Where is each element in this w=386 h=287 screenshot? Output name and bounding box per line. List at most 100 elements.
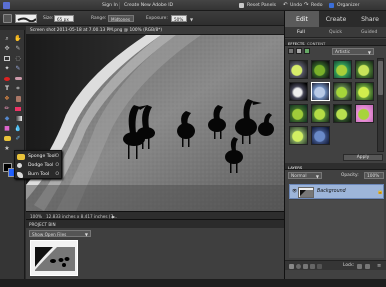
effects-scrollbar[interactable]	[377, 58, 384, 152]
undo-button[interactable]: Undo	[290, 3, 302, 8]
status-arrow-icon[interactable]: ▶	[112, 214, 115, 219]
effects-tab[interactable]: EFFECTS	[288, 41, 305, 46]
tab-share[interactable]: Share	[353, 11, 386, 27]
exposure-label: Exposure:	[146, 16, 168, 21]
effect-thumb-14[interactable]	[311, 126, 330, 145]
crop-tool-icon[interactable]: ⌗	[13, 84, 23, 93]
exposure-field[interactable]: 50%	[171, 15, 187, 22]
lasso-tool-icon[interactable]: ◌	[13, 54, 23, 63]
tab-create-label: Create	[325, 15, 347, 23]
range-dropdown[interactable]: Midtones	[108, 15, 134, 22]
organizer-icon[interactable]	[329, 3, 334, 8]
burn-tool-item[interactable]: Burn Tool O	[17, 170, 61, 179]
recompose-icon[interactable]: ❖	[2, 94, 12, 103]
chevron-down-icon[interactable]: ▼	[190, 17, 193, 22]
size-field[interactable]: 65 px	[54, 15, 74, 22]
clone-stamp-icon[interactable]	[13, 94, 23, 103]
sign-in-link[interactable]: Sign In	[102, 3, 118, 8]
redo-icon[interactable]: ↷	[304, 2, 309, 8]
effect-thumb-2[interactable]	[311, 60, 330, 79]
effects-panel-header[interactable]: EFFECTS CONTENT	[285, 39, 386, 46]
reset-icon[interactable]	[239, 3, 244, 8]
lock-transparent-icon[interactable]	[357, 263, 362, 269]
layer-row-background[interactable]: 👁 Background 🔒	[289, 184, 384, 199]
spot-healing-icon[interactable]	[13, 74, 23, 83]
filters-icon[interactable]	[288, 48, 294, 54]
document-tab[interactable]: Screen shot 2011-05-18 at 7.00.13 PM.png…	[26, 26, 284, 35]
effect-thumb-8[interactable]	[355, 82, 374, 101]
smart-brush-icon[interactable]: ✐	[13, 134, 23, 143]
apply-button[interactable]: Apply	[343, 154, 383, 161]
blur-tool-icon[interactable]: 💧	[13, 124, 23, 133]
effect-thumb-4[interactable]	[355, 60, 374, 79]
dodge-icon	[17, 163, 22, 168]
sponge-tool-item[interactable]: Sponge Tool O	[17, 152, 61, 161]
show-files-dropdown[interactable]: Show Open Files ▼	[29, 230, 91, 237]
magic-wand-icon[interactable]: ✦	[2, 64, 12, 73]
project-bin-header[interactable]: PROJECT BIN	[26, 220, 284, 228]
layers-title: LAYERS	[288, 164, 303, 170]
effect-thumb-12[interactable]	[355, 104, 374, 123]
adjustment-layer-icon[interactable]	[296, 263, 301, 269]
toolbox-grip[interactable]	[0, 26, 25, 30]
effect-thumb-13[interactable]	[289, 126, 308, 145]
hand-tool-icon[interactable]: ✋	[13, 34, 23, 43]
effect-thumb-11[interactable]	[333, 104, 352, 123]
lock-all-icon[interactable]	[365, 263, 370, 269]
zoom-tool-icon[interactable]: ⌕	[2, 34, 12, 43]
eye-icon[interactable]: 👁	[292, 188, 297, 193]
eraser-icon[interactable]	[13, 104, 23, 113]
type-tool-icon[interactable]: T	[2, 84, 12, 93]
effect-thumb-10[interactable]	[311, 104, 330, 123]
paint-bucket-icon[interactable]: ◆	[2, 114, 12, 123]
link-icon[interactable]	[310, 263, 315, 269]
layers-panel-header[interactable]: LAYERS	[285, 163, 386, 170]
mask-icon[interactable]	[303, 263, 308, 269]
marquee-tool-icon[interactable]	[2, 54, 12, 63]
layer-styles-icon[interactable]	[296, 48, 302, 54]
create-id-link[interactable]: Create New Adobe ID	[124, 3, 173, 8]
layer-name[interactable]: Background	[317, 189, 346, 194]
photo-effects-icon[interactable]	[304, 48, 310, 54]
undo-icon[interactable]: ↶	[283, 2, 288, 8]
move-tool-icon[interactable]: ✥	[2, 44, 12, 53]
image-canvas[interactable]	[26, 35, 284, 211]
blend-mode-dropdown[interactable]: Normal ▼	[288, 172, 322, 179]
new-layer-icon[interactable]	[289, 263, 294, 269]
subtab-quick[interactable]: Quick	[329, 30, 342, 35]
pencil-icon[interactable]: ✏	[2, 104, 12, 113]
sponge-icon[interactable]	[2, 134, 12, 143]
zoom-readout[interactable]: 100%	[30, 214, 42, 219]
eyedropper-icon[interactable]: ✎	[13, 44, 23, 53]
reset-panels-button[interactable]: Reset Panels	[247, 3, 276, 8]
red-eye-icon[interactable]	[2, 74, 12, 83]
effect-thumb-9[interactable]	[289, 104, 308, 123]
panel-menu-icon[interactable]: ≡	[377, 263, 381, 269]
effect-thumb-7[interactable]	[333, 82, 352, 101]
tab-create[interactable]: Create	[319, 11, 353, 27]
tab-edit[interactable]: Edit	[285, 11, 319, 27]
cookie-cutter-icon[interactable]: ★	[2, 144, 12, 153]
filter-category-dropdown[interactable]: Artistic ▼	[332, 48, 374, 55]
tool-options-bar: Size: 65 px Range: Midtones Exposure: 50…	[0, 11, 284, 26]
effect-thumb-3[interactable]	[333, 60, 352, 79]
effect-thumb-6[interactable]	[311, 82, 330, 101]
brush-icon[interactable]	[15, 14, 37, 23]
scroll-thumb[interactable]	[378, 61, 383, 95]
tool-preset-icon[interactable]	[3, 14, 12, 23]
redo-button[interactable]: Redo	[311, 3, 323, 8]
selection-brush-icon[interactable]: ✎	[13, 64, 23, 73]
content-tab[interactable]: CONTENT	[307, 41, 325, 46]
edit-subtabs: Full Quick Guided	[285, 27, 386, 38]
shape-tool-icon[interactable]: ■	[2, 124, 12, 133]
organizer-button[interactable]: Organizer	[337, 3, 359, 8]
subtab-guided[interactable]: Guided	[361, 30, 377, 35]
effect-thumb-5[interactable]	[289, 82, 308, 101]
gradient-icon[interactable]	[13, 114, 23, 123]
open-file-thumbnail[interactable]	[30, 240, 78, 276]
opacity-field[interactable]: 100%	[364, 172, 384, 179]
dodge-tool-item[interactable]: Dodge Tool O	[17, 161, 61, 170]
subtab-full[interactable]: Full	[297, 30, 305, 35]
effect-thumb-1[interactable]	[289, 60, 308, 79]
trash-icon[interactable]	[317, 263, 322, 269]
